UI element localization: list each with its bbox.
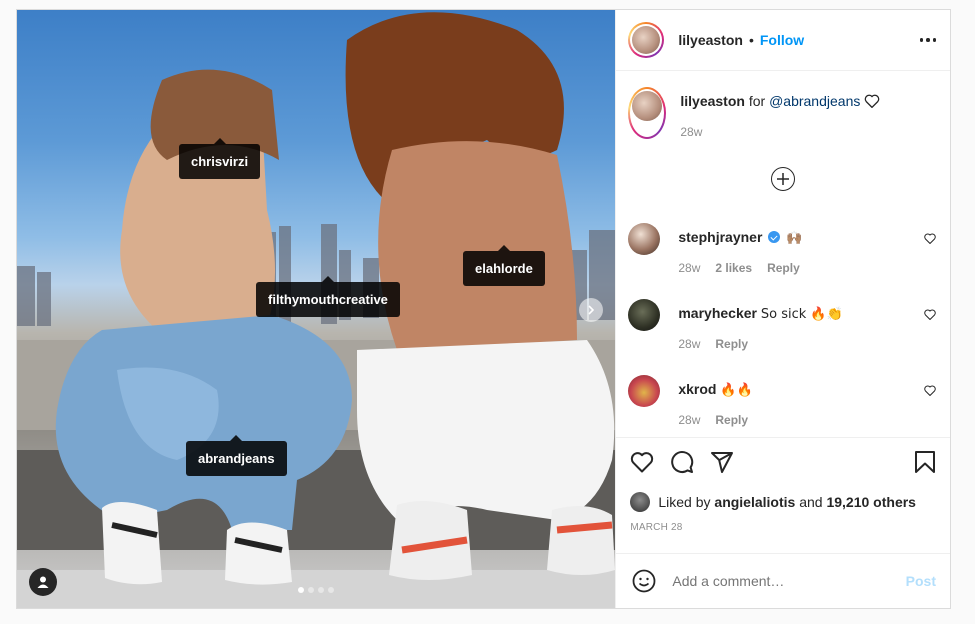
post-photo[interactable]: chrisvirzi filthymouthcreative elahlorde… (17, 10, 616, 608)
comment-text: 🙌🏽 (786, 231, 803, 246)
avatar (632, 26, 661, 54)
post-actions: Liked by angielaliotis and 19,210 others… (616, 437, 950, 553)
caption-mention[interactable]: @abrandjeans (769, 93, 860, 109)
load-more-comments-button[interactable] (771, 167, 796, 191)
comment-text: 🔥🔥 (720, 383, 753, 398)
more-icon (919, 38, 936, 42)
post-side-panel: lilyeaston • Follow lilyeaston for @abra… (615, 10, 950, 608)
like-comment-heart-icon[interactable] (924, 385, 936, 396)
show-tags-button[interactable] (29, 568, 57, 596)
comment-item: stephjrayner 🙌🏽 28w 2 likes Reply (628, 223, 950, 275)
avatar[interactable] (628, 375, 661, 407)
carousel-indicator (298, 587, 335, 593)
action-bar (630, 450, 936, 474)
reply-button[interactable]: Reply (715, 337, 748, 351)
comment-input[interactable] (672, 573, 906, 589)
comment-item: maryhecker So sick 🔥👏 28w Reply (628, 299, 950, 351)
emoji-icon[interactable] (632, 569, 656, 593)
comment-icon[interactable] (670, 450, 694, 474)
heart-outline-icon (864, 94, 880, 109)
caption-text: for (748, 93, 766, 109)
caption-avatar-ring[interactable] (628, 87, 667, 139)
comments-section[interactable]: lilyeaston for @abrandjeans 28w stephjra… (616, 71, 950, 437)
likes-user[interactable]: angielaliotis (714, 494, 795, 510)
comment-time: 28w (678, 413, 701, 427)
share-icon[interactable] (710, 450, 734, 474)
comment-username[interactable]: stephjrayner (678, 229, 762, 245)
comment-composer: Post (616, 553, 950, 608)
carousel-dot (298, 587, 305, 593)
carousel-dot (308, 587, 315, 593)
post-comment-button[interactable]: Post (906, 573, 936, 589)
comment-likes[interactable]: 2 likes (715, 261, 752, 275)
heart-icon[interactable] (630, 451, 654, 473)
author-avatar-ring[interactable] (628, 22, 665, 58)
likes-count[interactable]: 19,210 others (826, 494, 916, 510)
verified-badge-icon (768, 231, 781, 243)
carousel-dot (318, 587, 325, 593)
likes-prefix: Liked by (658, 494, 711, 510)
user-tag-filthymouthcreative[interactable]: filthymouthcreative (256, 276, 400, 317)
avatar (630, 492, 651, 512)
comment-username[interactable]: xkrod (678, 381, 716, 397)
bookmark-icon[interactable] (914, 450, 936, 474)
comment-time: 28w (678, 261, 701, 275)
author-username[interactable]: lilyeaston (678, 32, 743, 48)
comment-text: So sick 🔥👏 (760, 307, 843, 322)
user-tag-icon (37, 576, 49, 588)
comment-item: xkrod 🔥🔥 28w Reply (628, 375, 950, 427)
caption-time: 28w (680, 125, 703, 139)
likes-and: and (799, 494, 823, 510)
post-header: lilyeaston • Follow (616, 10, 950, 71)
user-tag-abrandjeans[interactable]: abrandjeans (186, 435, 287, 476)
like-comment-heart-icon[interactable] (924, 309, 936, 320)
post-card: chrisvirzi filthymouthcreative elahlorde… (16, 9, 951, 609)
carousel-dot (328, 587, 335, 593)
comment-username[interactable]: maryhecker (678, 305, 757, 321)
post-date[interactable]: MARCH 28 (630, 522, 936, 533)
caption: lilyeaston for @abrandjeans 28w (628, 87, 950, 139)
likes-summary: Liked by angielaliotis and 19,210 others (630, 492, 936, 512)
reply-button[interactable]: Reply (715, 413, 748, 427)
user-tag-chrisvirzi[interactable]: chrisvirzi (179, 138, 261, 179)
follow-button[interactable]: Follow (760, 32, 804, 48)
avatar (632, 91, 663, 121)
caption-username[interactable]: lilyeaston (680, 93, 745, 109)
separator-dot: • (748, 32, 754, 48)
like-comment-heart-icon[interactable] (924, 233, 936, 244)
more-options-button[interactable] (919, 32, 936, 48)
plus-circle-icon (777, 173, 790, 185)
comment-time: 28w (678, 337, 701, 351)
reply-button[interactable]: Reply (767, 261, 800, 275)
chevron-right-icon (588, 305, 595, 315)
user-tag-elahlorde[interactable]: elahlorde (463, 245, 545, 286)
avatar[interactable] (628, 223, 661, 255)
avatar[interactable] (628, 299, 661, 331)
